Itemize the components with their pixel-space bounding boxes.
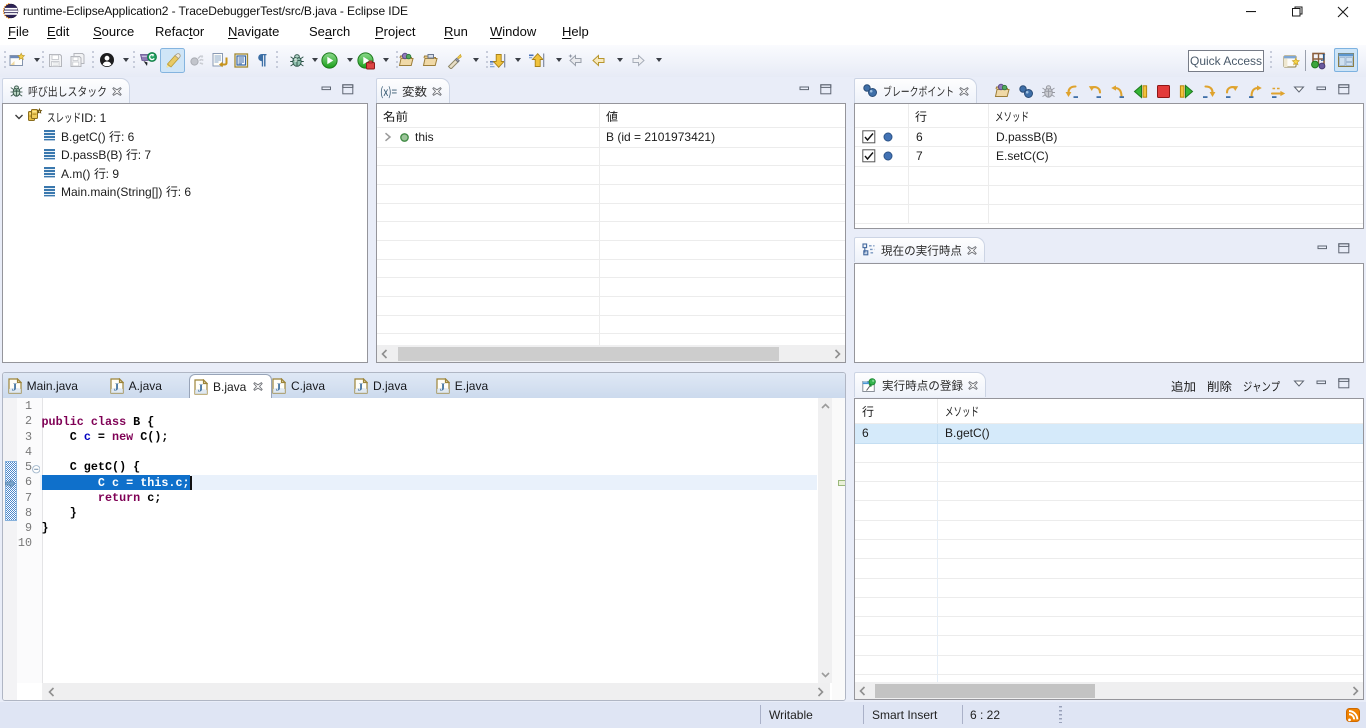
svg-text:J: J xyxy=(113,382,119,394)
svg-text:J: J xyxy=(11,382,17,394)
svg-text:J: J xyxy=(358,382,364,394)
svg-text:J: J xyxy=(1321,53,1326,64)
svg-text:J: J xyxy=(276,382,282,394)
svg-text:J: J xyxy=(198,382,204,394)
svg-text:J: J xyxy=(439,382,445,394)
